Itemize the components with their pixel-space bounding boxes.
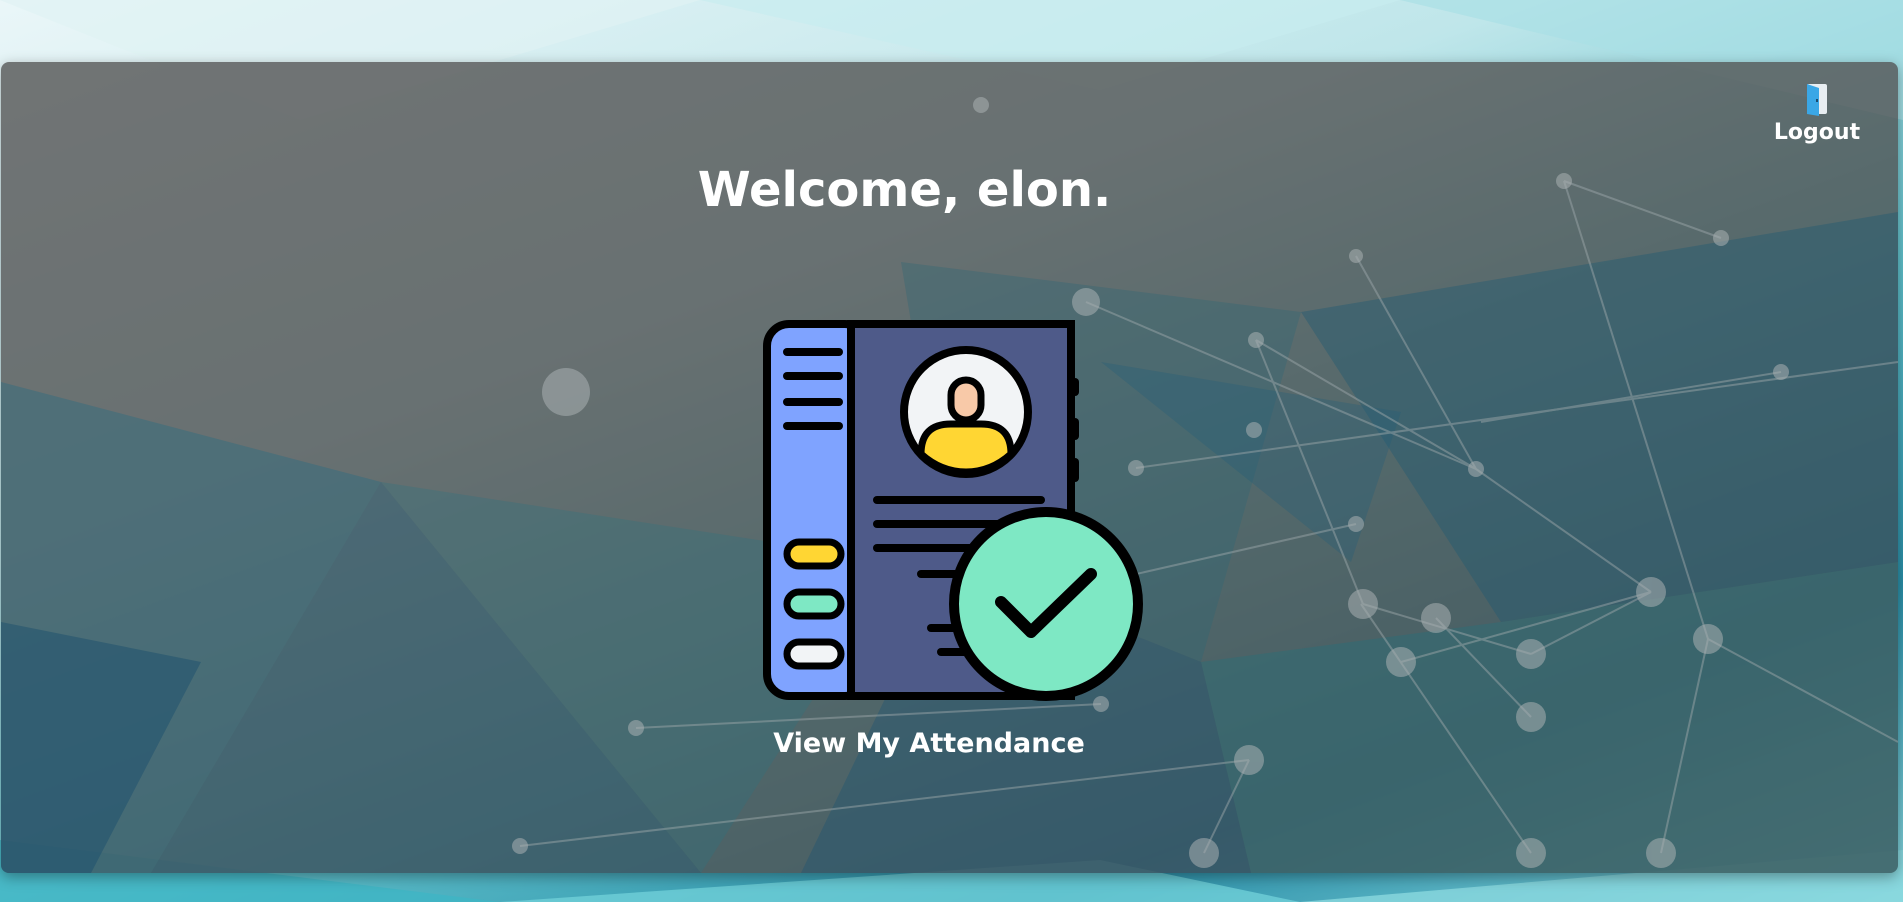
main-panel: Logout Welcome, elon. View My Attendance — [1, 62, 1898, 873]
logout-label: Logout — [1773, 120, 1861, 145]
view-attendance-card[interactable]: View My Attendance — [741, 312, 1161, 832]
attendance-checklist-icon — [763, 320, 1143, 701]
door-exit-icon — [1807, 84, 1827, 116]
logout-button[interactable]: Logout — [1772, 82, 1862, 145]
view-attendance-label: View My Attendance — [773, 728, 1085, 759]
welcome-heading: Welcome, elon. — [697, 162, 1112, 218]
